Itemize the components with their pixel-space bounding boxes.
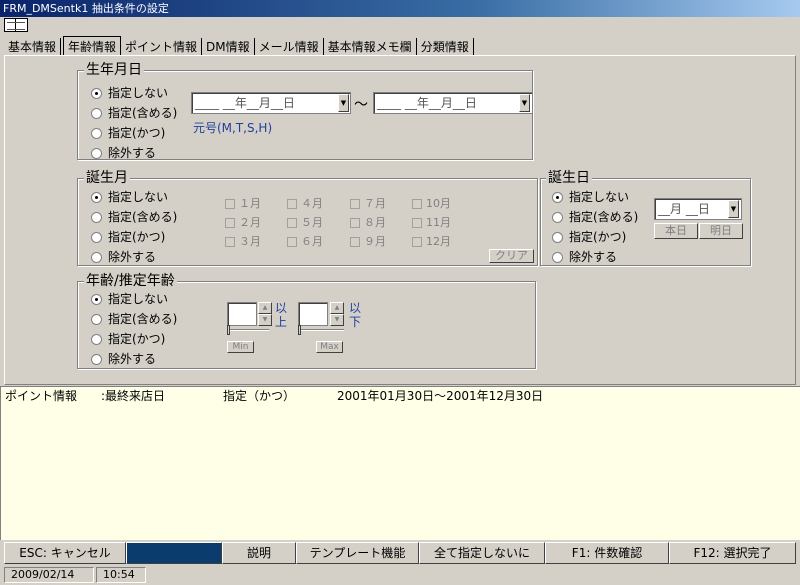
age-min-button[interactable]: Min bbox=[227, 341, 254, 353]
age-radio-and[interactable]: 指定(かつ) bbox=[91, 332, 165, 346]
tab-dm-info[interactable]: DM情報 bbox=[202, 38, 255, 56]
age-below-label-2: 下 bbox=[349, 315, 362, 329]
summary-mode: 指定（かつ） bbox=[223, 389, 296, 403]
month-checkbox-jun[interactable]: ６月 bbox=[287, 235, 323, 248]
birth-month-radio-include[interactable]: 指定(含める) bbox=[91, 210, 177, 224]
reset-all-button[interactable]: 全て指定しないに bbox=[419, 542, 545, 564]
spin-up-icon[interactable]: ▲ bbox=[258, 302, 272, 314]
age-min-spinner[interactable]: ▲ ▼ bbox=[258, 302, 272, 326]
birth-month-group-title: 誕生月 bbox=[84, 170, 130, 186]
birthdate-to-input[interactable]: ____ __年__月__日 bbox=[373, 92, 533, 114]
tab-point-info[interactable]: ポイント情報 bbox=[121, 38, 203, 56]
age-max-button[interactable]: Max bbox=[316, 341, 343, 353]
birthday-radio-none[interactable]: 指定しない bbox=[552, 190, 629, 204]
age-min-slider-thumb[interactable] bbox=[227, 325, 230, 335]
age-radio-include[interactable]: 指定(含める) bbox=[91, 312, 177, 326]
status-bar: 2009/02/14 10:54 bbox=[4, 567, 148, 583]
tab-age-info[interactable]: 年齢情報 bbox=[63, 36, 122, 56]
birthday-dropdown-icon[interactable]: ▼ bbox=[728, 200, 739, 218]
spin-down-icon[interactable]: ▼ bbox=[330, 314, 344, 326]
birthdate-radio-exclude[interactable]: 除外する bbox=[91, 146, 156, 160]
birthdate-to-dropdown-icon[interactable]: ▼ bbox=[519, 94, 530, 112]
help-button[interactable]: 説明 bbox=[222, 542, 296, 564]
month-checkbox-jan[interactable]: １月 bbox=[225, 197, 261, 210]
window-title: FRM_DMSentk1 抽出条件の設定 bbox=[0, 0, 800, 17]
month-checkbox-jul[interactable]: ７月 bbox=[350, 197, 386, 210]
status-date: 2009/02/14 bbox=[4, 567, 94, 583]
month-checkbox-nov[interactable]: 11月 bbox=[412, 216, 451, 229]
month-checkbox-sep[interactable]: ９月 bbox=[350, 235, 386, 248]
summary-category: ポイント情報 bbox=[5, 389, 78, 403]
summary-field: :最終来店日 bbox=[101, 389, 166, 403]
month-checkbox-dec[interactable]: 12月 bbox=[412, 235, 451, 248]
month-checkbox-may[interactable]: ５月 bbox=[287, 216, 323, 229]
era-hint-label: 元号(M,T,S,H) bbox=[193, 121, 273, 135]
birthdate-radio-include[interactable]: 指定(含める) bbox=[91, 106, 177, 120]
month-checkbox-aug[interactable]: ８月 bbox=[350, 216, 386, 229]
tab-basic-info[interactable]: 基本情報 bbox=[4, 38, 62, 56]
tab-classification[interactable]: 分類情報 bbox=[417, 38, 474, 56]
birthdate-radio-and[interactable]: 指定(かつ) bbox=[91, 126, 165, 140]
birth-month-clear-button[interactable]: クリア bbox=[489, 249, 534, 263]
birthday-tomorrow-button[interactable]: 明日 bbox=[699, 223, 743, 239]
selection-complete-button[interactable]: F12: 選択完了 bbox=[669, 542, 796, 564]
spin-up-icon[interactable]: ▲ bbox=[330, 302, 344, 314]
month-checkbox-feb[interactable]: ２月 bbox=[225, 216, 261, 229]
birthdate-range-separator: ～ bbox=[354, 97, 368, 113]
age-above-label-1: 以 bbox=[275, 301, 288, 315]
age-max-slider-track[interactable] bbox=[298, 329, 344, 331]
template-button[interactable]: テンプレート機能 bbox=[296, 542, 419, 564]
function-key-bar: ESC: キャンセル 説明 テンプレート機能 全て指定しないに F1: 件数確認… bbox=[4, 542, 796, 564]
birthday-group-title: 誕生日 bbox=[546, 170, 592, 186]
month-checkbox-mar[interactable]: ３月 bbox=[225, 235, 261, 248]
birthdate-group-title: 生年月日 bbox=[84, 62, 144, 78]
age-group-title: 年齢/推定年齢 bbox=[84, 273, 177, 289]
spin-down-icon[interactable]: ▼ bbox=[258, 314, 272, 326]
tab-mail-info[interactable]: メール情報 bbox=[255, 38, 324, 56]
birthday-today-button[interactable]: 本日 bbox=[654, 223, 698, 239]
esc-cancel-button[interactable]: ESC: キャンセル bbox=[4, 542, 126, 564]
age-radio-none[interactable]: 指定しない bbox=[91, 292, 168, 306]
age-min-input[interactable] bbox=[227, 302, 257, 326]
birthdate-radio-none[interactable]: 指定しない bbox=[91, 86, 168, 100]
age-above-label-2: 上 bbox=[275, 315, 288, 329]
status-time: 10:54 bbox=[96, 567, 146, 583]
age-max-spinner[interactable]: ▲ ▼ bbox=[330, 302, 344, 326]
tab-basic-memo[interactable]: 基本情報メモ欄 bbox=[324, 38, 417, 56]
toolbar bbox=[0, 17, 800, 35]
count-check-button[interactable]: F1: 件数確認 bbox=[545, 542, 669, 564]
age-max-input[interactable] bbox=[298, 302, 328, 326]
month-checkbox-oct[interactable]: 10月 bbox=[412, 197, 451, 210]
birthdate-from-input[interactable]: ____ __年__月__日 bbox=[191, 92, 351, 114]
month-checkbox-apr[interactable]: ４月 bbox=[287, 197, 323, 210]
birthday-radio-exclude[interactable]: 除外する bbox=[552, 250, 617, 264]
birth-month-radio-none[interactable]: 指定しない bbox=[91, 190, 168, 204]
condition-summary-area[interactable]: ポイント情報 :最終来店日 指定（かつ） 2001年01月30日～2001年12… bbox=[0, 386, 800, 540]
birthday-radio-and[interactable]: 指定(かつ) bbox=[552, 230, 626, 244]
age-min-slider-track[interactable] bbox=[227, 329, 269, 331]
age-below-label-1: 以 bbox=[349, 301, 362, 315]
birthdate-from-dropdown-icon[interactable]: ▼ bbox=[338, 94, 349, 112]
birth-month-radio-and[interactable]: 指定(かつ) bbox=[91, 230, 165, 244]
age-max-slider-thumb[interactable] bbox=[298, 325, 301, 335]
tab-strip: 基本情報 年齢情報 ポイント情報 DM情報 メール情報 基本情報メモ欄 分類情報 bbox=[4, 36, 474, 56]
birthday-radio-include[interactable]: 指定(含める) bbox=[552, 210, 638, 224]
blank-function-slot bbox=[126, 542, 222, 564]
age-radio-exclude[interactable]: 除外する bbox=[91, 352, 156, 366]
book-icon[interactable] bbox=[4, 18, 28, 32]
birth-month-radio-exclude[interactable]: 除外する bbox=[91, 250, 156, 264]
summary-range: 2001年01月30日～2001年12月30日 bbox=[337, 389, 544, 403]
